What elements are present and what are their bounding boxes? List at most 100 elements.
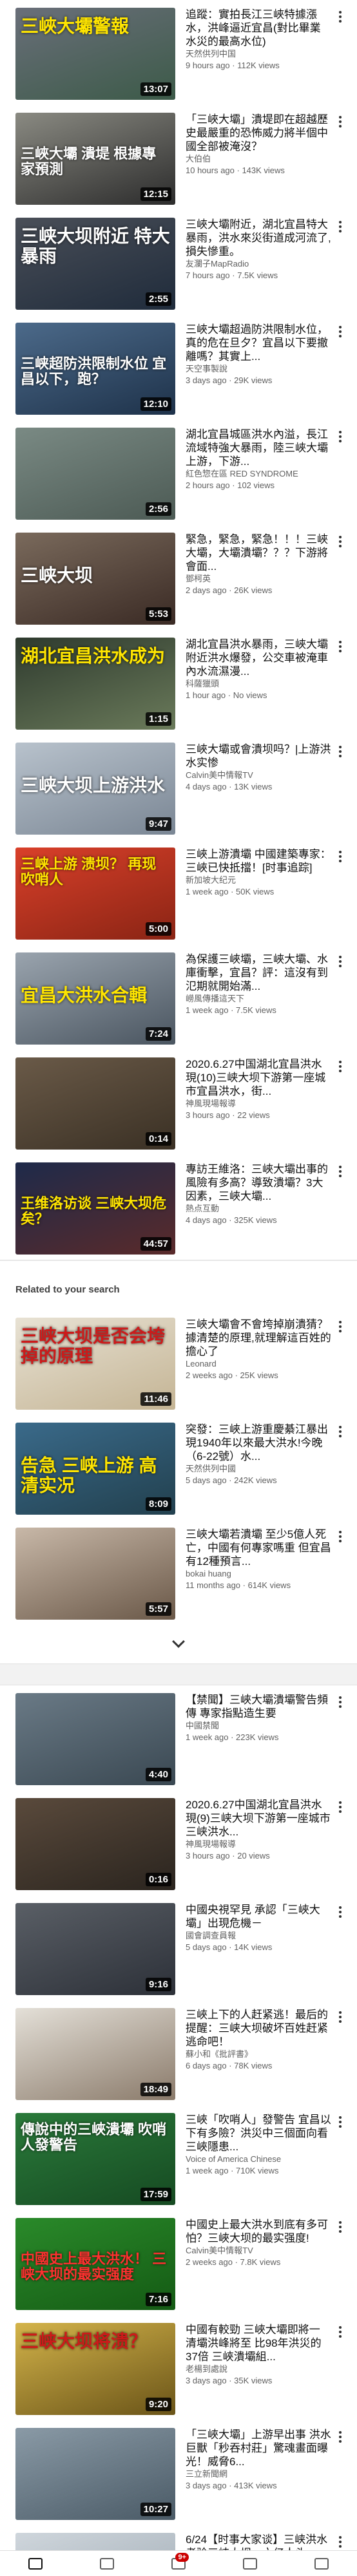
channel-name[interactable]: bokai huang [186,1568,331,1580]
video-title[interactable]: 【禁聞】三峽大壩潰壩警告頻傳 專家指點造生要 [186,1693,331,1720]
video-thumbnail[interactable]: 10:27 [15,2428,175,2520]
more-options-icon[interactable] [335,114,345,129]
more-options-icon[interactable] [335,1694,345,1710]
video-title[interactable]: 「三峽大壩」上游早出事 洪水巨獸「秒吞村莊」驚魂畫面曝光！威脅6... [186,2428,331,2468]
channel-name[interactable]: 嶗風傳播這天下 [186,993,331,1005]
video-item[interactable]: 5:57 三峽大壩若潰壩 至少5億人死亡，中國有何專家嗎重 但宜昌有12種預言..… [0,1520,357,1625]
video-thumbnail[interactable]: 三峡大坝上游洪水 9:47 [15,743,175,835]
channel-name[interactable]: 鄧柯英 [186,573,331,585]
video-title[interactable]: 中國有較勁 三峽大壩即將一 清壩洪峰將至 比98年洪災的37倍 三峽潰壩組... [186,2323,331,2363]
channel-name[interactable]: 天空事製說 [186,363,331,375]
video-thumbnail[interactable]: 三峽大壩警報 13:07 [15,8,175,100]
channel-name[interactable]: 天然供列中国 [186,48,331,60]
nav-item[interactable] [307,2554,336,2573]
more-options-icon[interactable] [335,2534,345,2550]
more-options-icon[interactable] [335,1904,345,1920]
channel-name[interactable]: 三立新聞網 [186,2468,331,2480]
more-options-icon[interactable] [335,954,345,969]
video-title[interactable]: 三峽大壩超過防洪限制水位，真的危在旦夕？宜昌以下要撤離嗎？其實上... [186,323,331,363]
video-item[interactable]: 三峡大坝 5:53 緊急，緊急，緊急！！！三峽大壩，大壩潰壩？？？下游將會面... 鄧… [0,525,357,630]
video-thumbnail[interactable]: 宜昌大洪水合輯 7:24 [15,952,175,1045]
video-title[interactable]: 三峽上游潰壩 中國建築專家：三峽已快抵擋！[时事追踪] [186,848,331,875]
video-thumbnail[interactable]: 9:16 [15,1903,175,1995]
video-title[interactable]: 三峽大壩會不會垮掉崩潰猜？據清楚的原理,就理解這百姓的擔心了 [186,1318,331,1358]
video-thumbnail[interactable]: 告急 三峡上游 高清实况 8:09 [15,1423,175,1515]
more-options-icon[interactable] [335,534,345,549]
more-options-icon[interactable] [335,429,345,444]
video-thumbnail[interactable]: 5:57 [15,1528,175,1620]
more-options-icon[interactable] [335,1319,345,1334]
video-item[interactable]: 2:56 湖北宜昌城區洪水內溢，長江流域特強大暴雨，陸三峽大壩上游，下游... 紅色… [0,420,357,525]
channel-name[interactable]: 科薩獵頭 [186,678,331,690]
video-title[interactable]: 中國央視罕見 承認「三峽大壩」出現危機－ [186,1903,331,1930]
video-title[interactable]: 專訪王維洛：三峽大壩出事的風險有多高？導致潰壩？3大因素，三峽大壩... [186,1162,331,1203]
channel-name[interactable]: 國會調查員報 [186,1930,331,1942]
more-options-icon[interactable] [335,2114,345,2130]
channel-name[interactable]: 天然供列中國 [186,1463,331,1475]
video-title[interactable]: 三峽大壩若潰壩 至少5億人死亡，中國有何專家嗎重 但宜昌有12種預言... [186,1528,331,1568]
video-thumbnail[interactable]: 0:14 [15,1057,175,1150]
channel-name[interactable]: 熱点互動 [186,1203,331,1215]
more-options-icon[interactable] [335,639,345,654]
video-title[interactable]: 中國史上最大洪水到底有多可怕？三峽大坝的最实强度! [186,2218,331,2245]
video-title[interactable]: 緊急，緊急，緊急！！！三峽大壩，大壩潰壩？？？下游將會面... [186,533,331,573]
video-thumbnail[interactable]: 三峽大壩 潰堤 根據專家預測 12:15 [15,113,175,205]
video-thumbnail[interactable]: 湖北宜昌洪水成为 1:15 [15,638,175,730]
video-title[interactable]: 「三峽大壩」潰堤即在超越歷史最嚴重的恐怖威力將半個中國全部被淹沒？ [186,113,331,153]
video-thumbnail[interactable]: 傳說中的三峽潰壩 吹哨人發警告 17:59 [15,2113,175,2205]
video-thumbnail[interactable]: 2:56 [15,428,175,520]
video-item[interactable]: 三峡上游 溃坝？ 再现吹哨人 5:00 三峽上游潰壩 中國建築專家：三峽已快抵擋！[… [0,840,357,945]
more-options-icon[interactable] [335,849,345,864]
more-options-icon[interactable] [335,1799,345,1815]
channel-name[interactable]: Calvin美中情報TV [186,770,331,781]
video-item[interactable]: 三峡大坝附近 特大暴雨 2:55 三峽大壩附近，湖北宜昌特大暴雨，洪水來災街道成河流… [0,210,357,315]
video-thumbnail[interactable]: 18:49 [15,2008,175,2100]
video-thumbnail[interactable]: 王维洛访谈 三峡大坝危矣？ 44:57 [15,1162,175,1255]
more-options-icon[interactable] [335,2009,345,2025]
video-thumbnail[interactable]: 三峡超防洪限制水位 宜昌以下，跑？ 12:10 [15,323,175,415]
video-item[interactable]: 湖北宜昌洪水成为 1:15 湖北宜昌洪水暴雨，三峽大壩附近洪水爆發，公交車被淹車內水… [0,630,357,735]
video-thumbnail[interactable]: 中國史上最大洪水！ 三峡大坝的最实强度 7:16 [15,2218,175,2310]
more-options-icon[interactable] [335,1424,345,1439]
channel-name[interactable]: 紅色惣在區 RED SYNDROME [186,468,331,480]
video-item[interactable]: 18:49 三峽上下的人赶紧逃！最后的提醒：三峡大坝破坏百姓赶紧逃命吧！ 蘇小和《批… [0,2000,357,2105]
video-item[interactable]: 0:14 2020.6.27中国湖北宜昌洪水現(10)三峡大坝下游第一座城市宜昌洪… [0,1050,357,1155]
video-item[interactable]: 三峡大坝是否会垮掉的原理 11:46 三峽大壩會不會垮掉崩潰猜？據清楚的原理,就理解… [0,1310,357,1415]
video-item[interactable]: 三峡超防洪限制水位 宜昌以下，跑？ 12:10 三峽大壩超過防洪限制水位，真的危在旦… [0,315,357,420]
more-options-icon[interactable] [335,1164,345,1179]
channel-name[interactable]: 新加坡大纪元 [186,875,331,886]
video-thumbnail[interactable]: 4:40 [15,1693,175,1785]
more-options-icon[interactable] [335,2429,345,2445]
more-options-icon[interactable] [335,1529,345,1544]
more-options-icon[interactable] [335,2324,345,2340]
video-title[interactable]: 為保護三峽壩，三峽大壩、水庫衝擊，宜昌？評：這沒有到氾期就開始滿... [186,952,331,993]
channel-name[interactable]: 大伯伯 [186,153,331,165]
video-item[interactable]: 中國史上最大洪水！ 三峡大坝的最实强度 7:16 中國史上最大洪水到底有多可怕？三峽… [0,2210,357,2315]
video-item[interactable]: 10:27 「三峽大壩」上游早出事 洪水巨獸「秒吞村莊」驚魂畫面曝光！威脅6...… [0,2420,357,2525]
expand-related-button[interactable] [0,1625,357,1663]
channel-name[interactable]: 友瀾子MapRadio [186,258,331,270]
video-title[interactable]: 三峽大壩附近，湖北宜昌特大暴雨，洪水來災街道成河流了,損失慘重。 [186,218,331,258]
video-thumbnail[interactable]: 三峡大坝附近 特大暴雨 2:55 [15,218,175,310]
video-item[interactable]: 0:16 2020.6.27中国湖北宜昌洪水現(9)三峡大坝下游第一座城市 三峡洪… [0,1790,357,1895]
more-options-icon[interactable] [335,2219,345,2235]
video-item[interactable]: 三峡大坝将溃？ 9:20 中國有較勁 三峽大壩即將一 清壩洪峰將至 比98年洪災的3… [0,2315,357,2420]
channel-name[interactable]: Voice of America Chinese [186,2154,331,2165]
video-title[interactable]: 追蹤：實拍長江三峽特據漲水，洪峰逼近宜昌(對比畢業水災的最高水位) [186,8,331,48]
video-item[interactable]: 王维洛访谈 三峡大坝危矣？ 44:57 專訪王維洛：三峽大壩出事的風險有多高？導致潰… [0,1155,357,1260]
more-options-icon[interactable] [335,1059,345,1074]
video-item[interactable]: 宜昌大洪水合輯 7:24 為保護三峽壩，三峽大壩、水庫衝擊，宜昌？評：這沒有到氾期就… [0,945,357,1050]
nav-item[interactable]: 9+ [164,2552,193,2573]
video-thumbnail[interactable]: 三峡大坝将溃？ 9:20 [15,2323,175,2415]
video-item[interactable]: 傳說中的三峽潰壩 吹哨人發警告 17:59 三峽「吹哨人」發警告 宜昌以下有多險？洪… [0,2105,357,2210]
video-thumbnail[interactable]: 0:16 [15,1798,175,1890]
video-item[interactable]: 三峽大壩 潰堤 根據專家預測 12:15 「三峽大壩」潰堤即在超越歷史最嚴重的恐怖威… [0,105,357,210]
video-item[interactable]: 三峡大坝上游洪水 9:47 三峽大壩或會潰坝吗？|上游洪水实惨 Calvin美中情報T… [0,735,357,840]
channel-name[interactable]: 蘇小和《批評書》 [186,2049,331,2060]
video-title[interactable]: 三峽上下的人赶紧逃！最后的提醒：三峡大坝破坏百姓赶紧逃命吧！ [186,2008,331,2049]
video-title[interactable]: 三峽大壩或會潰坝吗？|上游洪水实惨 [186,743,331,770]
nav-item[interactable] [236,2554,264,2573]
video-item[interactable]: 告急 三峡上游 高清实况 8:09 突發：三峽上游重慶綦江暴出現1940年以來最大洪… [0,1415,357,1520]
video-item[interactable]: 三峽大壩警報 13:07 追蹤：實拍長江三峽特據漲水，洪峰逼近宜昌(對比畢業水災的最… [0,0,357,105]
video-title[interactable]: 2020.6.27中国湖北宜昌洪水現(10)三峡大坝下游第一座城市宜昌洪水，街.… [186,1057,331,1098]
